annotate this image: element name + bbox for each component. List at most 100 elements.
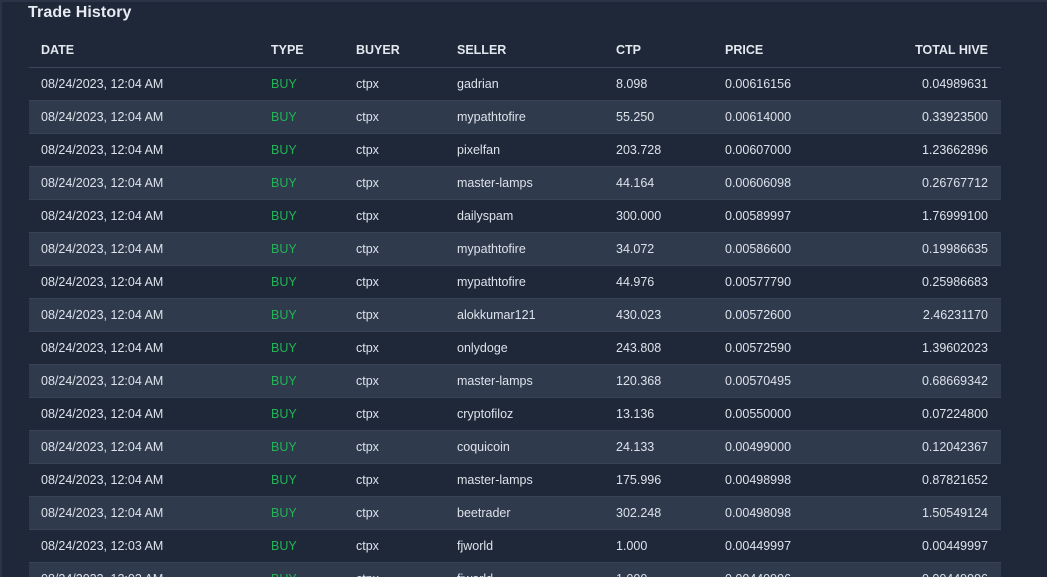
- trade-history-table-container[interactable]: DATE TYPE BUYER SELLER CTP PRICE TOTAL H…: [29, 33, 1001, 577]
- table-row[interactable]: 08/24/2023, 12:04 AM BUY ctpx mypathtofire 3…: [29, 232, 1001, 266]
- cell-buyer[interactable]: ctpx: [344, 364, 445, 398]
- table-row[interactable]: 08/24/2023, 12:04 AM BUY ctpx master-lamps 4…: [29, 166, 1001, 200]
- cell-ctp: 203.728: [604, 133, 713, 167]
- cell-total-hive: 1.23662896: [863, 133, 1001, 167]
- cell-buyer[interactable]: ctpx: [344, 562, 445, 577]
- cell-price: 0.00586600: [713, 232, 863, 266]
- cell-ctp: 300.000: [604, 199, 713, 233]
- table-row[interactable]: 08/24/2023, 12:04 AM BUY ctpx mypathtofire 5…: [29, 100, 1001, 134]
- table-row[interactable]: 08/24/2023, 12:04 AM BUY ctpx beetrader 302.…: [29, 496, 1001, 530]
- table-row[interactable]: 08/24/2023, 12:04 AM BUY ctpx dailyspam 300.…: [29, 199, 1001, 233]
- panel-left-border: [0, 0, 2, 577]
- cell-buyer[interactable]: ctpx: [344, 529, 445, 563]
- cell-type: BUY: [259, 562, 344, 577]
- cell-date: 08/24/2023, 12:04 AM: [29, 265, 259, 299]
- cell-type: BUY: [259, 100, 344, 134]
- cell-total-hive: 0.00449996: [863, 562, 1001, 577]
- cell-ctp: 8.098: [604, 67, 713, 101]
- cell-price: 0.00607000: [713, 133, 863, 167]
- cell-ctp: 243.808: [604, 331, 713, 365]
- cell-buyer[interactable]: ctpx: [344, 463, 445, 497]
- cell-date: 08/24/2023, 12:04 AM: [29, 364, 259, 398]
- table-row[interactable]: 08/24/2023, 12:04 AM BUY ctpx pixelfan 203.7…: [29, 133, 1001, 167]
- column-header-type[interactable]: TYPE: [259, 33, 344, 68]
- cell-price: 0.00577790: [713, 265, 863, 299]
- cell-ctp: 430.023: [604, 298, 713, 332]
- cell-date: 08/24/2023, 12:04 AM: [29, 463, 259, 497]
- cell-buyer[interactable]: ctpx: [344, 67, 445, 101]
- table-row[interactable]: 08/24/2023, 12:04 AM BUY ctpx coquicoin 24.1…: [29, 430, 1001, 464]
- table-row[interactable]: 08/24/2023, 12:04 AM BUY ctpx onlydoge 243.8…: [29, 331, 1001, 365]
- cell-buyer[interactable]: ctpx: [344, 430, 445, 464]
- cell-seller[interactable]: mypathtofire: [445, 100, 604, 134]
- cell-buyer[interactable]: ctpx: [344, 265, 445, 299]
- table-row[interactable]: 08/24/2023, 12:04 AM BUY ctpx master-lamps 1…: [29, 364, 1001, 398]
- cell-type: BUY: [259, 166, 344, 200]
- cell-seller[interactable]: master-lamps: [445, 364, 604, 398]
- cell-ctp: 1.000: [604, 529, 713, 563]
- cell-date: 08/24/2023, 12:04 AM: [29, 166, 259, 200]
- cell-type: BUY: [259, 232, 344, 266]
- cell-type: BUY: [259, 331, 344, 365]
- cell-seller[interactable]: fjworld: [445, 529, 604, 563]
- table-row[interactable]: 08/24/2023, 12:03 AMBUYctpxfjworld1.0000…: [29, 529, 1001, 563]
- cell-buyer[interactable]: ctpx: [344, 166, 445, 200]
- cell-ctp: 34.072: [604, 232, 713, 266]
- cell-seller[interactable]: mypathtofire: [445, 232, 604, 266]
- column-header-price[interactable]: PRICE: [713, 33, 863, 68]
- column-header-buyer[interactable]: BUYER: [344, 33, 445, 68]
- cell-buyer[interactable]: ctpx: [344, 100, 445, 134]
- column-header-seller[interactable]: SELLER: [445, 33, 604, 68]
- cell-buyer[interactable]: ctpx: [344, 232, 445, 266]
- cell-seller[interactable]: pixelfan: [445, 133, 604, 167]
- cell-buyer[interactable]: ctpx: [344, 298, 445, 332]
- cell-type: BUY: [259, 265, 344, 299]
- cell-buyer[interactable]: ctpx: [344, 496, 445, 530]
- table-row[interactable]: 08/24/2023, 12:03 AMBUYctpxfjworld1.0000…: [29, 562, 1001, 577]
- cell-seller[interactable]: master-lamps: [445, 463, 604, 497]
- cell-seller[interactable]: dailyspam: [445, 199, 604, 233]
- cell-total-hive: 0.07224800: [863, 397, 1001, 431]
- cell-date: 08/24/2023, 12:03 AM: [29, 529, 259, 563]
- cell-seller[interactable]: gadrian: [445, 67, 604, 101]
- cell-seller[interactable]: fjworld: [445, 562, 604, 577]
- cell-type: BUY: [259, 430, 344, 464]
- cell-ctp: 55.250: [604, 100, 713, 134]
- cell-price: 0.00550000: [713, 397, 863, 431]
- table-row[interactable]: 08/24/2023, 12:04 AM BUY ctpx mypathtofire 4…: [29, 265, 1001, 299]
- cell-seller[interactable]: alokkumar121: [445, 298, 604, 332]
- cell-type: BUY: [259, 529, 344, 563]
- table-row[interactable]: 08/24/2023, 12:04 AM BUY ctpx master-lamps 1…: [29, 463, 1001, 497]
- cell-total-hive: 0.33923500: [863, 100, 1001, 134]
- cell-date: 08/24/2023, 12:04 AM: [29, 397, 259, 431]
- cell-total-hive: 0.19986635: [863, 232, 1001, 266]
- column-header-total-hive[interactable]: TOTAL HIVE: [863, 33, 1001, 68]
- column-header-date[interactable]: DATE: [29, 33, 259, 68]
- cell-seller[interactable]: cryptofiloz: [445, 397, 604, 431]
- cell-seller[interactable]: coquicoin: [445, 430, 604, 464]
- cell-buyer[interactable]: ctpx: [344, 133, 445, 167]
- cell-date: 08/24/2023, 12:04 AM: [29, 331, 259, 365]
- cell-buyer[interactable]: ctpx: [344, 397, 445, 431]
- cell-ctp: 24.133: [604, 430, 713, 464]
- cell-type: BUY: [259, 67, 344, 101]
- cell-price: 0.00606098: [713, 166, 863, 200]
- cell-price: 0.00616156: [713, 67, 863, 101]
- table-row[interactable]: 08/24/2023, 12:04 AM BUY ctpx gadrian 8.098 0…: [29, 67, 1001, 101]
- table-row[interactable]: 08/24/2023, 12:04 AM BUY ctpx cryptofiloz 13…: [29, 397, 1001, 431]
- cell-total-hive: 1.39602023: [863, 331, 1001, 365]
- cell-seller[interactable]: onlydoge: [445, 331, 604, 365]
- cell-type: BUY: [259, 463, 344, 497]
- cell-type: BUY: [259, 298, 344, 332]
- cell-total-hive: 1.76999100: [863, 199, 1001, 233]
- column-header-ctp[interactable]: CTP: [604, 33, 713, 68]
- cell-ctp: 13.136: [604, 397, 713, 431]
- cell-total-hive: 0.25986683: [863, 265, 1001, 299]
- table-row[interactable]: 08/24/2023, 12:04 AM BUY ctpx alokkumar121 4…: [29, 298, 1001, 332]
- cell-seller[interactable]: master-lamps: [445, 166, 604, 200]
- cell-buyer[interactable]: ctpx: [344, 199, 445, 233]
- cell-seller[interactable]: mypathtofire: [445, 265, 604, 299]
- cell-buyer[interactable]: ctpx: [344, 331, 445, 365]
- cell-seller[interactable]: beetrader: [445, 496, 604, 530]
- table-header: DATE TYPE BUYER SELLER CTP PRICE TOTAL H…: [29, 33, 1001, 68]
